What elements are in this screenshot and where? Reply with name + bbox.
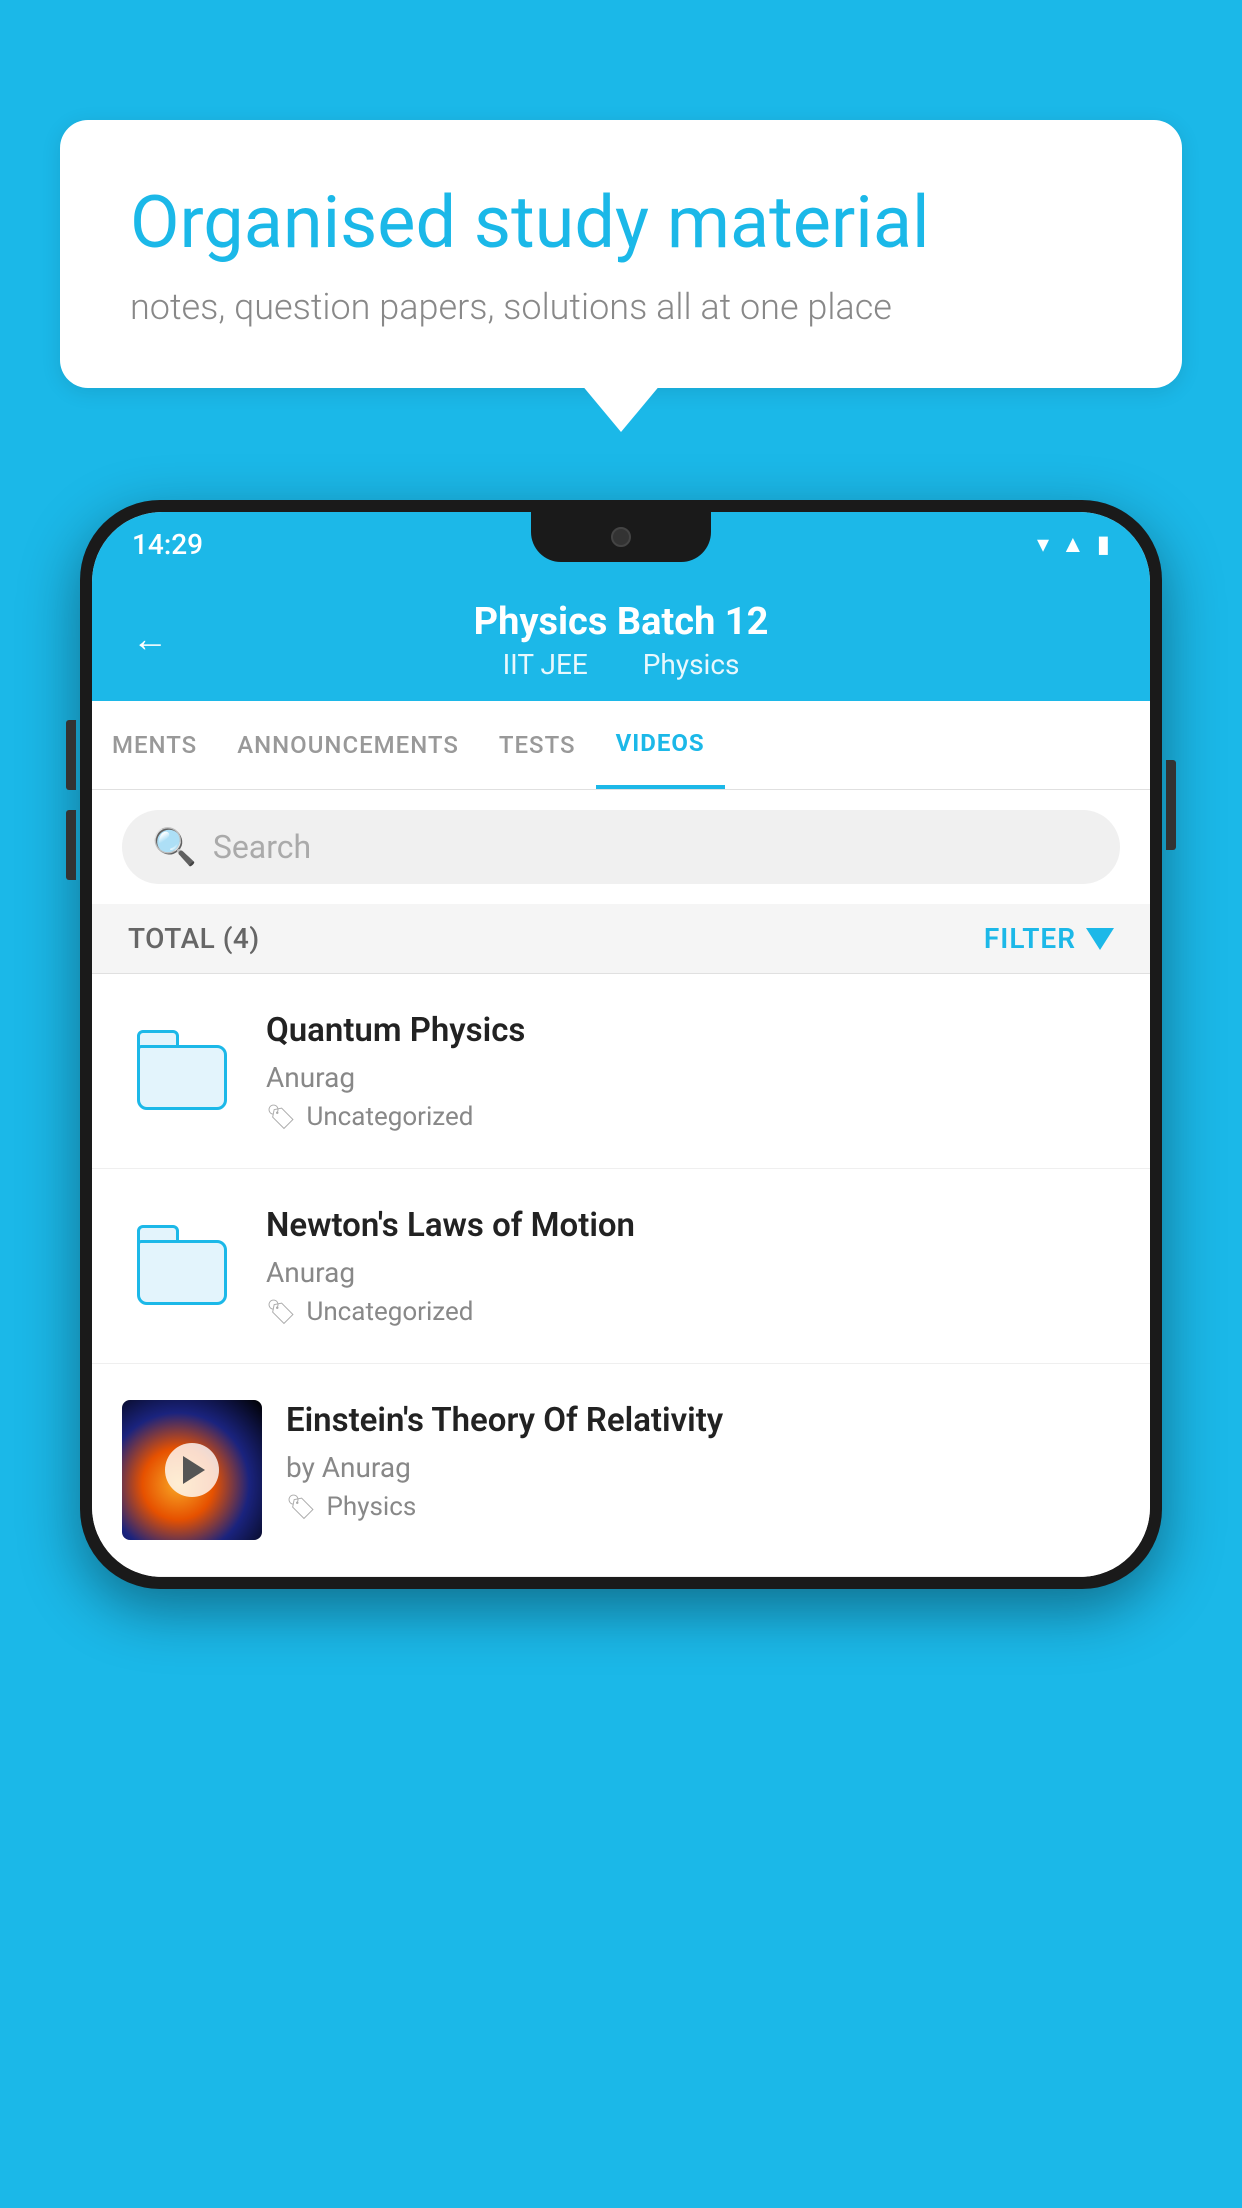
hero-subtitle: notes, question papers, solutions all at… xyxy=(130,286,1112,328)
tag-icon-2: 🏷 xyxy=(266,1298,296,1326)
tag-icon-3: 🏷 xyxy=(286,1493,316,1521)
list-item[interactable]: Newton's Laws of Motion Anurag 🏷 Uncateg… xyxy=(92,1169,1150,1364)
phone-outer: 14:29 ▾ ▲ ▮ ← Physics Batch 12 IIT JEE P… xyxy=(80,500,1162,1589)
video-author-2: Anurag xyxy=(266,1256,1120,1289)
battery-icon: ▮ xyxy=(1097,530,1110,558)
folder-icon-wrap-1 xyxy=(122,1010,242,1130)
video-list: Quantum Physics Anurag 🏷 Uncategorized xyxy=(92,974,1150,1577)
total-count: TOTAL (4) xyxy=(128,922,260,955)
video-title-3: Einstein's Theory Of Relativity xyxy=(286,1400,1120,1443)
volume-down-button xyxy=(66,810,76,880)
folder-icon-1 xyxy=(137,1030,227,1110)
video-title-2: Newton's Laws of Motion xyxy=(266,1205,1120,1248)
video-thumbnail-3 xyxy=(122,1400,262,1540)
hero-section: Organised study material notes, question… xyxy=(60,120,1182,388)
tag-label-1: Uncategorized xyxy=(306,1102,473,1132)
video-tag-2: 🏷 Uncategorized xyxy=(266,1297,1120,1327)
tab-videos[interactable]: VIDEOS xyxy=(596,701,725,789)
app-header: ← Physics Batch 12 IIT JEE Physics xyxy=(92,576,1150,701)
header-title: Physics Batch 12 xyxy=(474,600,769,644)
tab-ments[interactable]: MENTS xyxy=(92,703,217,787)
search-container: 🔍 Search xyxy=(92,790,1150,904)
header-iitjee: IIT JEE xyxy=(503,648,588,681)
back-button[interactable]: ← xyxy=(132,618,168,660)
phone-screen: 14:29 ▾ ▲ ▮ ← Physics Batch 12 IIT JEE P… xyxy=(92,512,1150,1577)
video-tag-3: 🏷 Physics xyxy=(286,1492,1120,1522)
list-item[interactable]: Quantum Physics Anurag 🏷 Uncategorized xyxy=(92,974,1150,1169)
wifi-icon: ▾ xyxy=(1037,530,1049,558)
filter-bar: TOTAL (4) FILTER xyxy=(92,904,1150,974)
list-item[interactable]: Einstein's Theory Of Relativity by Anura… xyxy=(92,1364,1150,1577)
notch xyxy=(531,512,711,562)
folder-icon-wrap-2 xyxy=(122,1205,242,1325)
status-bar: 14:29 ▾ ▲ ▮ xyxy=(92,512,1150,576)
camera-dot xyxy=(611,527,631,547)
header-physics: Physics xyxy=(643,648,740,681)
header-subtitle: IIT JEE Physics xyxy=(491,648,752,681)
phone-wrapper: 14:29 ▾ ▲ ▮ ← Physics Batch 12 IIT JEE P… xyxy=(80,500,1162,2208)
search-placeholder: Search xyxy=(213,828,311,866)
video-author-3: by Anurag xyxy=(286,1451,1120,1484)
tabs-bar: MENTS ANNOUNCEMENTS TESTS VIDEOS xyxy=(92,701,1150,790)
tab-tests[interactable]: TESTS xyxy=(479,703,596,787)
power-button xyxy=(1166,760,1176,850)
video-info-1: Quantum Physics Anurag 🏷 Uncategorized xyxy=(266,1010,1120,1132)
video-info-3: Einstein's Theory Of Relativity by Anura… xyxy=(286,1400,1120,1522)
status-icons: ▾ ▲ ▮ xyxy=(1037,530,1110,559)
tag-label-2: Uncategorized xyxy=(306,1297,473,1327)
filter-button[interactable]: FILTER xyxy=(984,922,1114,955)
speech-bubble: Organised study material notes, question… xyxy=(60,120,1182,388)
filter-icon xyxy=(1086,928,1114,950)
search-bar[interactable]: 🔍 Search xyxy=(122,810,1120,884)
folder-icon-2 xyxy=(137,1225,227,1305)
video-title-1: Quantum Physics xyxy=(266,1010,1120,1053)
tag-icon-1: 🏷 xyxy=(266,1103,296,1131)
tab-announcements[interactable]: ANNOUNCEMENTS xyxy=(217,703,479,787)
tag-label-3: Physics xyxy=(326,1492,416,1522)
status-time: 14:29 xyxy=(132,528,203,561)
play-button-3[interactable] xyxy=(165,1443,219,1497)
search-icon: 🔍 xyxy=(152,826,197,868)
filter-label: FILTER xyxy=(984,922,1076,955)
video-info-2: Newton's Laws of Motion Anurag 🏷 Uncateg… xyxy=(266,1205,1120,1327)
hero-title: Organised study material xyxy=(130,180,1112,266)
signal-icon: ▲ xyxy=(1061,530,1085,559)
video-author-1: Anurag xyxy=(266,1061,1120,1094)
volume-up-button xyxy=(66,720,76,790)
play-triangle-icon xyxy=(183,1456,205,1484)
video-tag-1: 🏷 Uncategorized xyxy=(266,1102,1120,1132)
